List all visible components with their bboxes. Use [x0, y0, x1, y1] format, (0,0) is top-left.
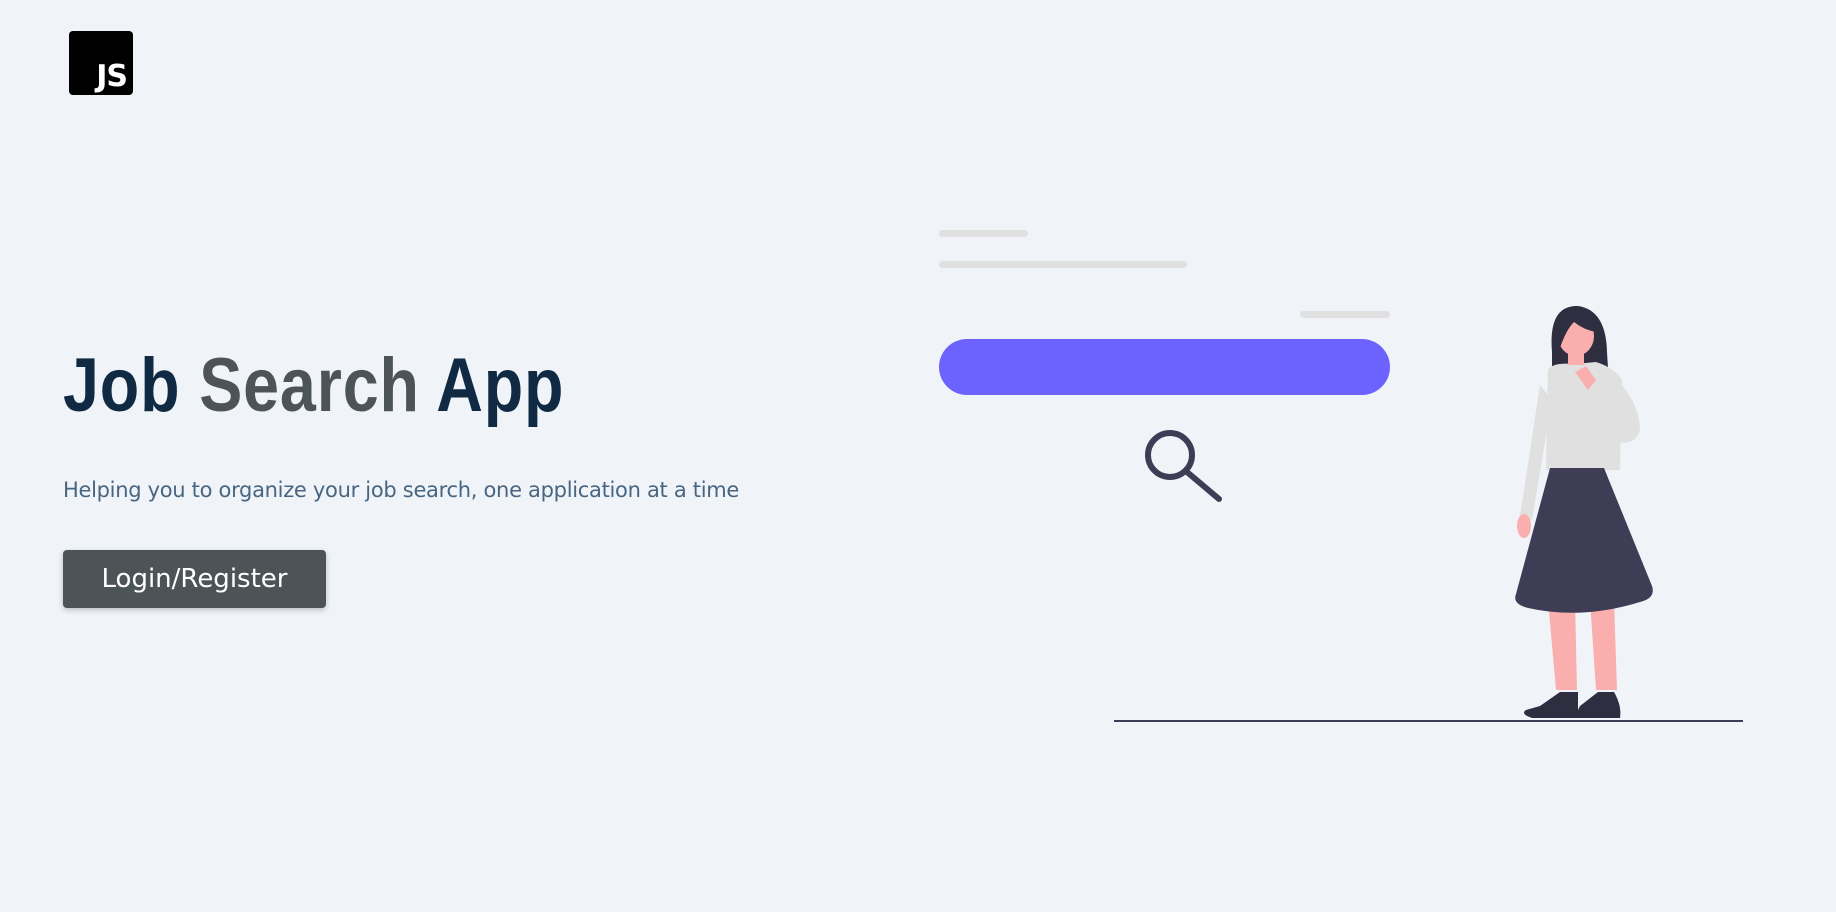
search-bar-graphic [939, 339, 1390, 395]
placeholder-line-2 [939, 261, 1187, 268]
placeholder-line-3 [1300, 311, 1390, 318]
woman-figure [1515, 305, 1653, 718]
placeholder-line-1 [939, 230, 1028, 237]
magnifier-icon [1145, 430, 1222, 502]
woman-searching-illustration [939, 230, 1743, 722]
